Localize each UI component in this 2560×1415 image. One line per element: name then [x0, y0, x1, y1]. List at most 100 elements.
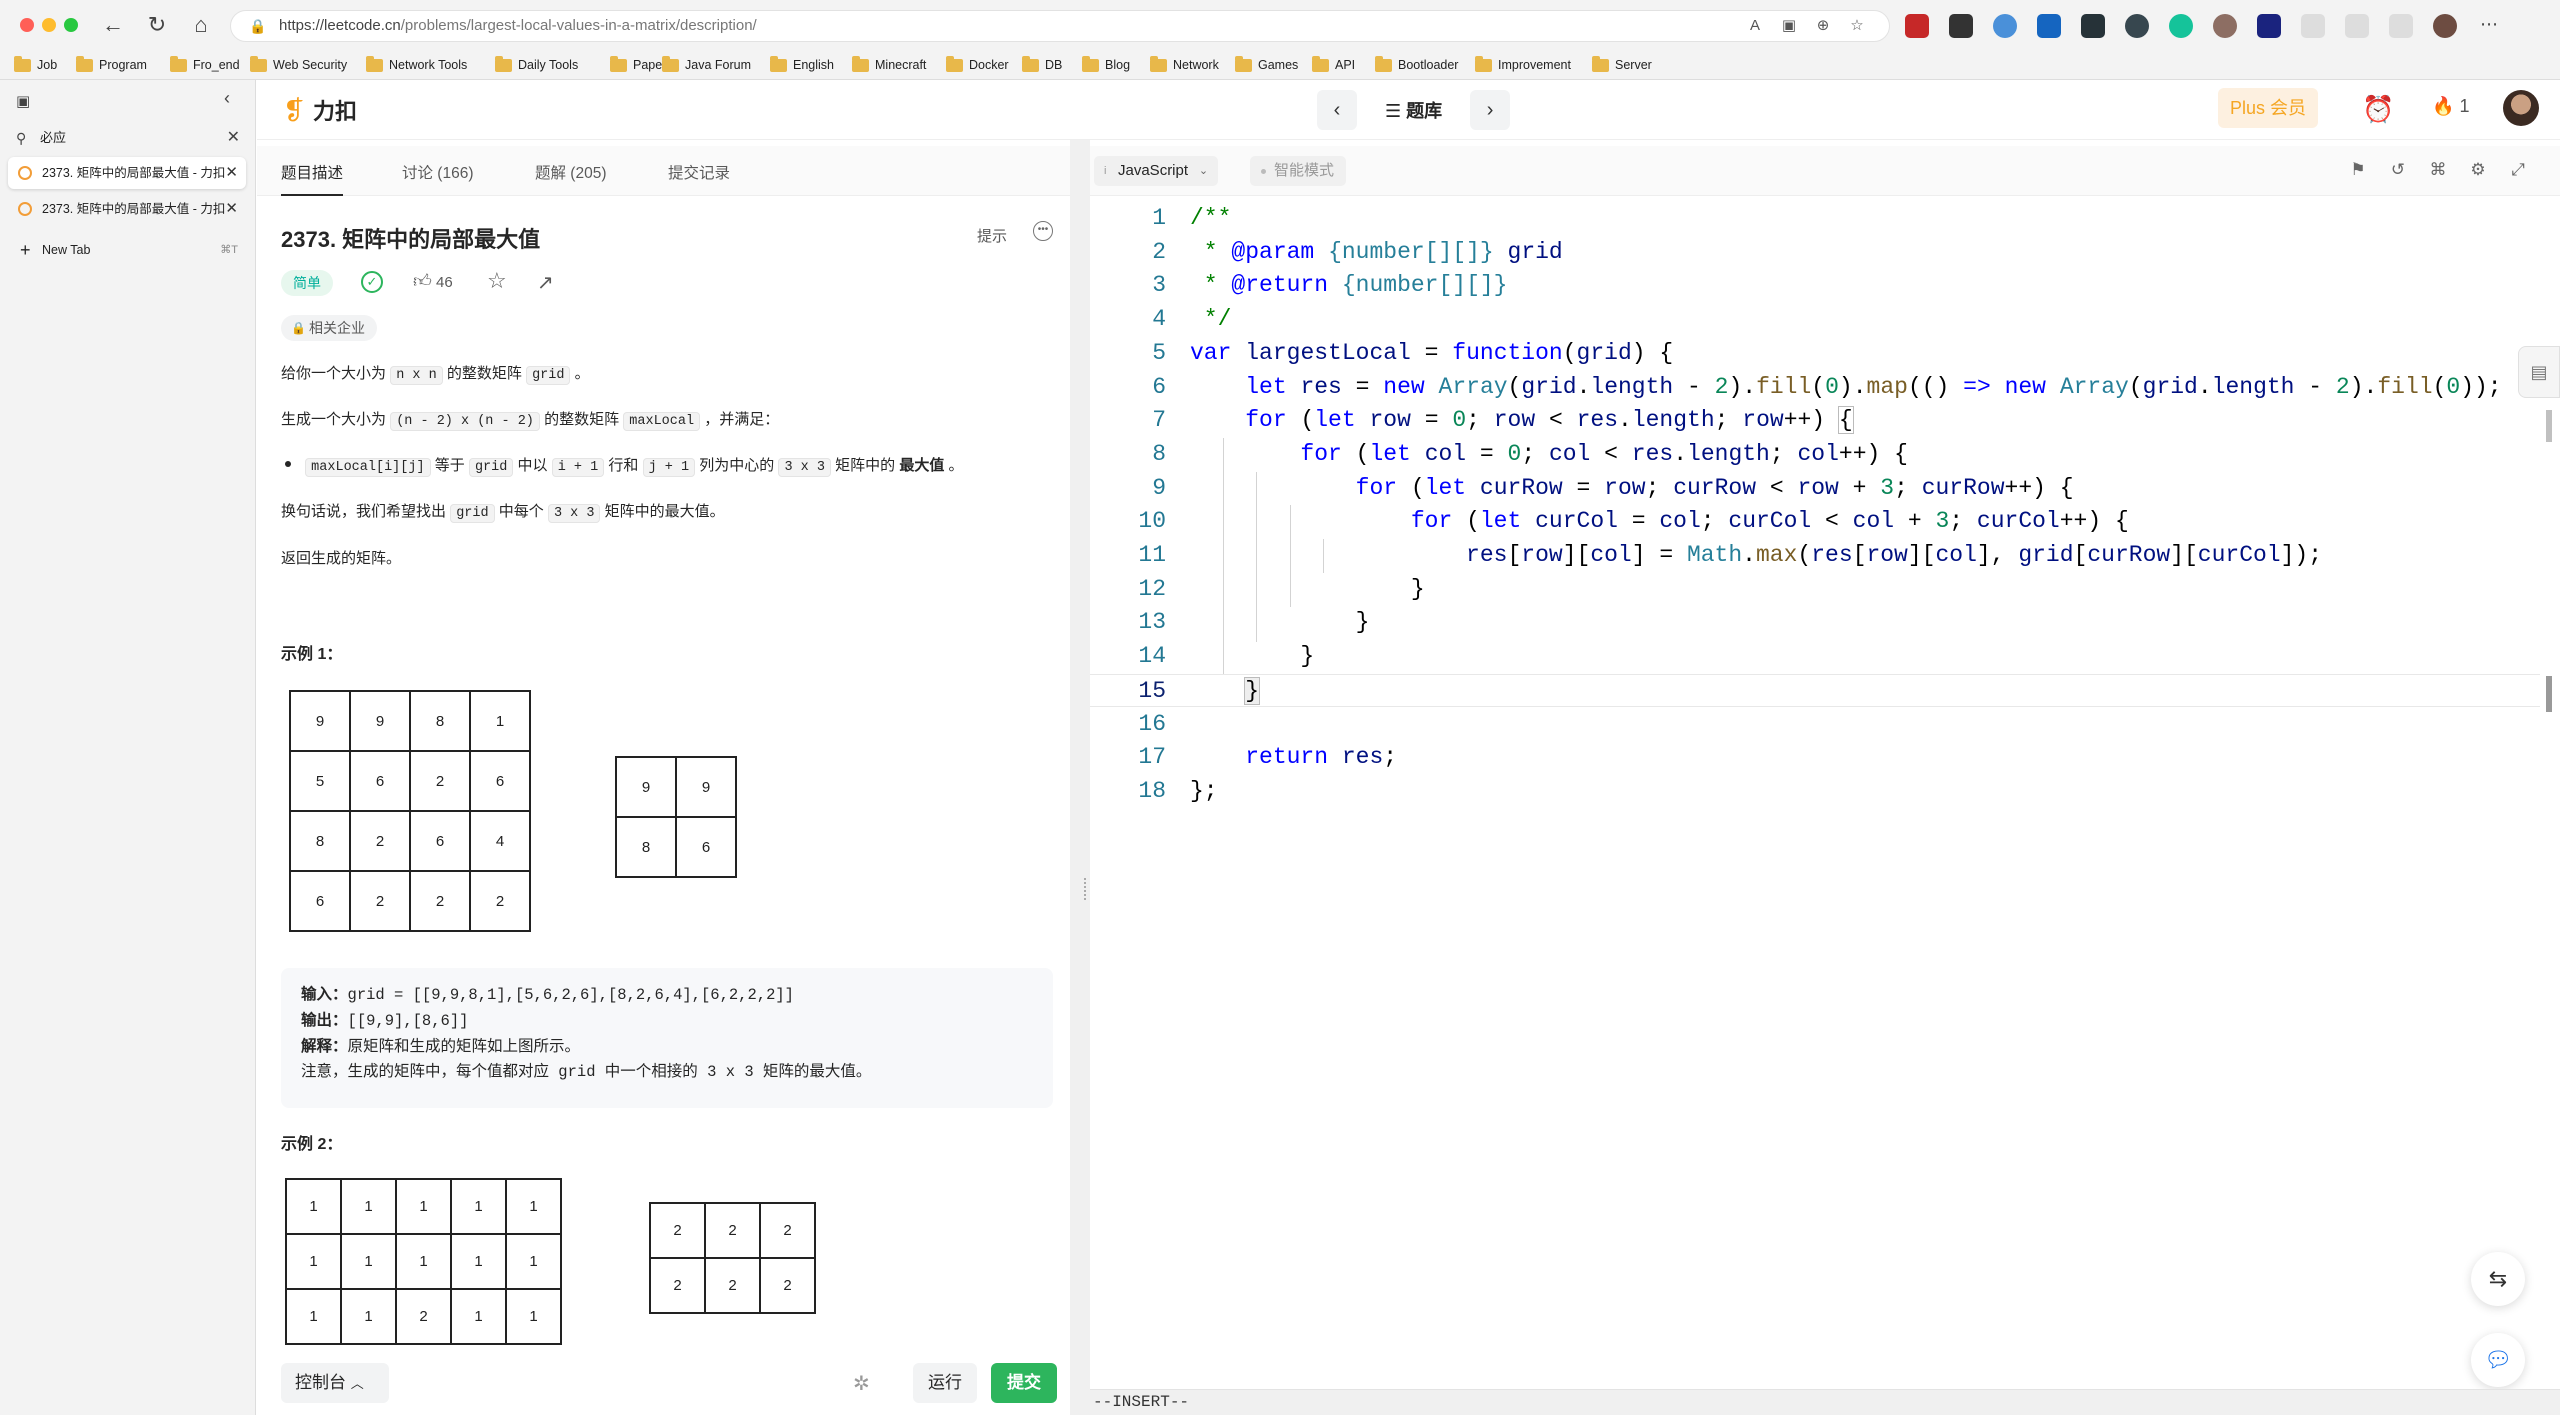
submit-button[interactable]: 提交 [991, 1363, 1057, 1403]
problem-bank-link[interactable]: ☰ 题库 [1373, 97, 1454, 123]
run-button[interactable]: 运行 [913, 1363, 977, 1403]
bookmark-daily-tools[interactable]: Daily Tools [495, 55, 578, 75]
sidebar-tab[interactable]: 2373. 矩阵中的局部最大值 - 力扣 ✕ [8, 157, 246, 189]
more-menu-icon[interactable]: ⋯ [2477, 14, 2501, 38]
leetcode-logo[interactable]: ❡ 力扣 [283, 94, 357, 126]
extension-icon[interactable] [2169, 14, 2193, 38]
extension-icon[interactable] [1905, 14, 1929, 38]
bookmark-server[interactable]: Server [1592, 55, 1652, 75]
like-button[interactable]: 👍︎ 46 [413, 270, 453, 292]
bookmark-api[interactable]: API [1312, 55, 1355, 75]
extension-icon[interactable] [2081, 14, 2105, 38]
shortcut-icon[interactable]: ⌘ [2428, 160, 2448, 180]
minimize-window-button[interactable] [42, 18, 56, 32]
console-button[interactable]: 控制台 ︿ [281, 1363, 389, 1403]
bookmark-java-forum[interactable]: Java Forum [662, 55, 751, 75]
prev-problem-button[interactable]: ‹ [1317, 90, 1357, 130]
bookmark-job[interactable]: Job [14, 55, 57, 75]
bookmark-blog[interactable]: Blog [1082, 55, 1130, 75]
new-tab-button[interactable]: + New Tab ⌘T [8, 234, 246, 266]
bookmark-db[interactable]: DB [1022, 55, 1062, 75]
chat-bubble-icon: 💬︎ [2484, 1347, 2512, 1372]
code-line: 1 /** [1090, 202, 2540, 236]
language-select[interactable]: i JavaScript ⌄ [1094, 156, 1219, 186]
alarm-clock-icon[interactable]: ⏰ [2362, 94, 2394, 125]
streak-counter[interactable]: 🔥 1 [2432, 96, 2469, 117]
bookmark-network[interactable]: Network [1150, 55, 1219, 75]
bookmark-web-security[interactable]: Web Security [250, 55, 347, 75]
code-text: }; [1190, 777, 1218, 804]
folder-icon [76, 55, 93, 72]
related-companies-tag[interactable]: 🔒 相关企业 [281, 315, 377, 341]
bookmark-docker[interactable]: Docker [946, 55, 1009, 75]
close-tab-icon[interactable]: ✕ [225, 193, 238, 225]
grid-cell: 6 [289, 870, 351, 932]
bookmark-icon[interactable]: ⚑ [2348, 160, 2368, 180]
clear-search-icon[interactable]: ✕ [227, 123, 240, 153]
share-icon[interactable]: ↗ [537, 270, 554, 295]
zoom-window-button[interactable] [64, 18, 78, 32]
side-note-tab[interactable]: ▤ [2518, 346, 2560, 398]
extension-icon[interactable] [2257, 14, 2281, 38]
bookmark-english[interactable]: English [770, 55, 834, 75]
bookmark-fro-end[interactable]: Fro_end [170, 55, 240, 75]
sidebar-tab[interactable]: 2373. 矩阵中的局部最大值 - 力扣 ✕ [8, 193, 246, 225]
panel-resize-handle[interactable] [1080, 140, 1090, 1415]
more-options-icon[interactable]: ••• [1033, 221, 1053, 241]
home-icon[interactable]: ⌂ [188, 12, 214, 38]
bookmark-improvement[interactable]: Improvement [1475, 55, 1571, 75]
back-icon[interactable]: ← [100, 12, 126, 38]
bookmark-program[interactable]: Program [76, 55, 147, 75]
close-window-button[interactable] [20, 18, 34, 32]
explain-text: 原矩阵和生成的矩阵如上图所示。 [347, 1038, 581, 1056]
fullscreen-icon[interactable]: ⤢ [2508, 160, 2528, 180]
address-bar[interactable]: 🔒 https://leetcode.cn/problems/largest-l… [230, 10, 1890, 42]
plus-membership-button[interactable]: Plus 会员 [2218, 88, 2318, 128]
chat-button[interactable]: 💬︎ [2471, 1333, 2525, 1387]
hint-link[interactable]: 提示 [977, 225, 1007, 246]
collections-icon[interactable] [2389, 14, 2413, 38]
tab-discussion[interactable]: 讨论 (166) [402, 146, 474, 196]
logo-text: 力扣 [313, 99, 358, 124]
settings-gear-icon[interactable]: ⚙ [2468, 160, 2488, 180]
code-line: 10 for (let curCol = col; curCol < col +… [1090, 505, 2540, 539]
refresh-icon[interactable]: ↻ [144, 12, 170, 38]
tab-search-input[interactable]: ⚲ 必应 ✕ [10, 123, 246, 153]
tab-submissions[interactable]: 提交记录 [668, 146, 730, 196]
switch-layout-button[interactable]: ⇆ [2471, 1252, 2525, 1306]
bookmark-games[interactable]: Games [1235, 55, 1298, 75]
next-problem-button[interactable]: › [1470, 90, 1511, 130]
bookmark-label: API [1335, 58, 1356, 72]
smart-mode-toggle[interactable]: 智能模式 [1250, 156, 1347, 186]
profile-avatar[interactable] [2433, 14, 2457, 38]
read-aloud-icon[interactable]: A [1745, 16, 1765, 36]
extension-icon[interactable] [1993, 14, 2017, 38]
bookmark-paper[interactable]: Paper [610, 55, 666, 75]
hd-icon[interactable]: ▣ [1779, 16, 1799, 36]
bookmark-network-tools[interactable]: Network Tools [366, 55, 467, 75]
bookmark-minecraft[interactable]: Minecraft [852, 55, 926, 75]
tab-actions-icon[interactable]: ▣ [16, 92, 30, 110]
debug-bug-icon[interactable]: ✲ [853, 1371, 870, 1396]
extension-icon[interactable] [2213, 14, 2237, 38]
scrollbar-marker[interactable] [2546, 410, 2552, 442]
puzzle-icon[interactable] [2301, 14, 2325, 38]
tab-solutions[interactable]: 题解 (205) [535, 146, 607, 196]
grid-cell: 1 [505, 1233, 562, 1290]
code-text: return res; [1245, 744, 1398, 771]
line-number: 12 [1138, 575, 1166, 602]
extension-icon[interactable] [2125, 14, 2149, 38]
extension-icon[interactable] [1949, 14, 1973, 38]
collapse-panel-icon[interactable]: ‹ [224, 88, 230, 109]
bookmark-bootloader[interactable]: Bootloader [1375, 55, 1458, 75]
extension-icon[interactable] [2037, 14, 2061, 38]
scrollbar-marker[interactable] [2546, 676, 2552, 712]
star-icon[interactable]: ☆ [487, 268, 507, 294]
tab-description[interactable]: 题目描述 [281, 146, 344, 196]
favorites-icon[interactable] [2345, 14, 2369, 38]
reset-icon[interactable]: ↺ [2388, 160, 2408, 180]
favorite-add-icon[interactable]: ☆ [1847, 16, 1867, 36]
close-tab-icon[interactable]: ✕ [225, 157, 238, 189]
zoom-icon[interactable]: ⊕ [1813, 16, 1833, 36]
user-avatar[interactable] [2503, 90, 2539, 126]
